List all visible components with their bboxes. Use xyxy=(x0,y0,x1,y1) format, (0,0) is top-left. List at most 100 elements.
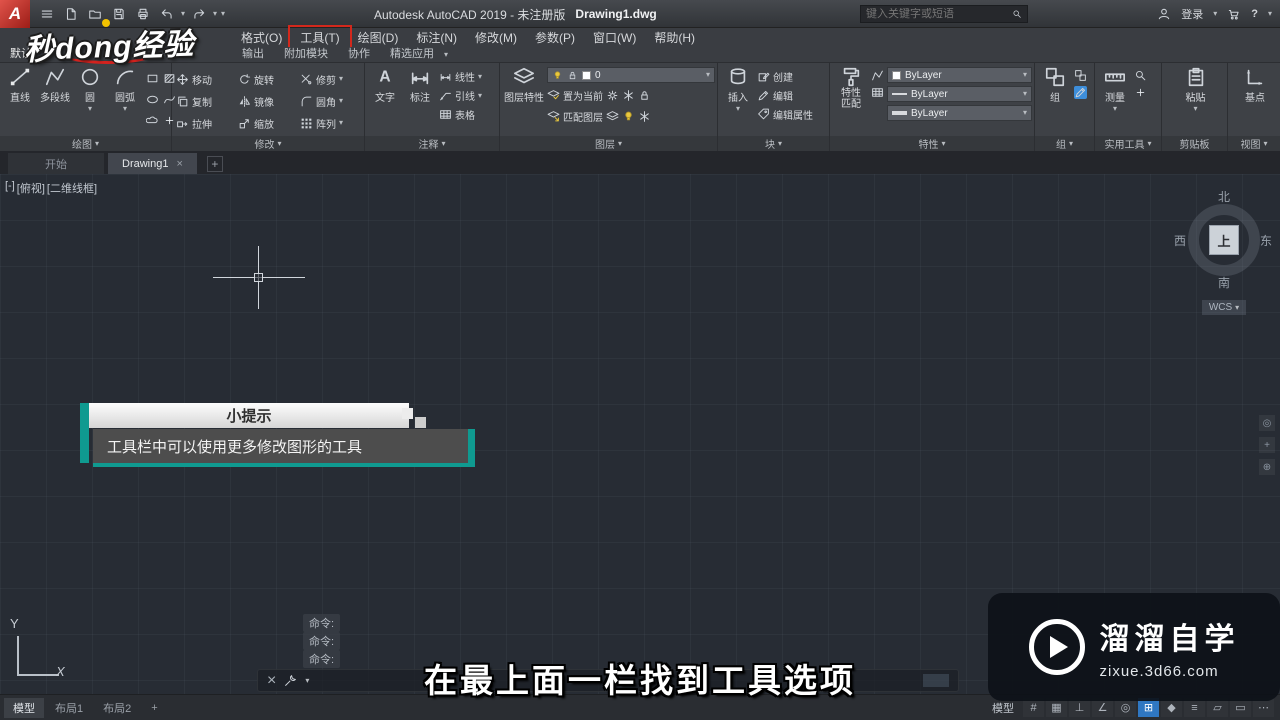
layer-sun-icon[interactable] xyxy=(606,89,619,102)
panel-view-footer[interactable]: 视图 ▾ xyxy=(1228,136,1280,151)
tool-move[interactable]: 移动 xyxy=(176,72,238,87)
viewcube-east-label[interactable]: 东 xyxy=(1260,232,1272,249)
layer-freeze-icon[interactable] xyxy=(622,89,635,102)
group-edit-icon[interactable] xyxy=(1074,86,1087,99)
search-icon[interactable] xyxy=(1012,8,1022,20)
user-icon[interactable] xyxy=(1157,7,1171,21)
layer-bulb-icon[interactable] xyxy=(552,70,563,81)
layer-select-dropdown[interactable]: 0 ▾ xyxy=(547,67,715,83)
layer-dropdown-caret-icon[interactable]: ▾ xyxy=(706,71,710,79)
panel-annotation-footer[interactable]: 注释 ▾ xyxy=(365,136,499,151)
undo-caret-icon[interactable]: ▾ xyxy=(181,9,185,18)
tool-base-view[interactable]: 基点 xyxy=(1239,66,1271,104)
menu-item-window[interactable]: 窗口(W) xyxy=(584,28,645,47)
tool-rotate[interactable]: 旋转 xyxy=(238,72,300,87)
ungroup-icon[interactable] xyxy=(1074,69,1087,82)
new-drawing-tab-button[interactable]: + xyxy=(206,156,223,172)
menu-item-draw[interactable]: 绘图(D) xyxy=(349,28,408,47)
id-point-icon[interactable] xyxy=(1134,86,1147,99)
tool-match-properties[interactable]: 特性 匹配 xyxy=(834,66,868,110)
tool-linear-dim[interactable]: 线性 ▾ xyxy=(439,69,482,84)
viewcube-north-label[interactable]: 北 xyxy=(1176,188,1272,205)
layer-color-swatch[interactable] xyxy=(582,70,591,80)
tool-line[interactable]: 直线 xyxy=(4,66,36,104)
viewcube-top-face[interactable]: 上 xyxy=(1209,225,1239,255)
app-menu-icon[interactable] xyxy=(37,4,57,24)
rectangle-icon[interactable] xyxy=(146,72,159,85)
viewport-visual-style-control[interactable]: [二维线框] xyxy=(47,180,97,196)
set-current-layer-icon[interactable] xyxy=(547,89,560,102)
panel-modify-footer[interactable]: 修改 ▾ xyxy=(172,136,364,151)
pan-icon[interactable]: + xyxy=(1259,437,1275,453)
steering-wheel-icon[interactable]: ◎ xyxy=(1259,415,1275,431)
set-current-layer-button[interactable]: 置为当前 xyxy=(563,88,603,103)
viewcube-wcs-menu[interactable]: WCS ▾ xyxy=(1202,300,1246,315)
pline-edit-icon[interactable] xyxy=(871,69,884,82)
help-icon[interactable]: ? xyxy=(1251,8,1258,20)
match-layer-button[interactable]: 匹配图层 xyxy=(563,109,603,124)
tool-array[interactable]: 阵列 ▾ xyxy=(300,116,362,131)
tool-leader[interactable]: 引线 ▾ xyxy=(439,88,482,103)
tool-dimension[interactable]: 标注 xyxy=(404,66,436,104)
panel-groups-footer[interactable]: 组 ▾ xyxy=(1035,136,1094,151)
viewcube-west-label[interactable]: 西 xyxy=(1174,232,1186,249)
tool-layer-properties[interactable]: 图层特性 xyxy=(504,66,544,104)
tool-fillet[interactable]: 圆角 ▾ xyxy=(300,94,362,109)
panel-layers-footer[interactable]: 图层 ▾ xyxy=(500,136,717,151)
panel-utilities-footer[interactable]: 实用工具 ▾ xyxy=(1095,136,1161,151)
qat-customize-caret-icon[interactable]: ▾ xyxy=(221,9,225,18)
redo-caret-icon[interactable]: ▾ xyxy=(213,9,217,18)
ellipse-icon[interactable] xyxy=(146,93,159,106)
layer-lock2-icon[interactable] xyxy=(638,89,651,102)
viewport-minimize-control[interactable]: [-] xyxy=(5,180,15,196)
revision-cloud-icon[interactable] xyxy=(146,114,159,127)
tool-scale[interactable]: 缩放 xyxy=(238,116,300,131)
close-tab-icon[interactable]: × xyxy=(176,158,182,170)
menu-item-help[interactable]: 帮助(H) xyxy=(645,28,704,47)
file-tab-start[interactable]: 开始 xyxy=(8,153,104,174)
ribbon-tab-collaborate[interactable]: 协作 xyxy=(338,47,380,62)
menu-item-modify[interactable]: 修改(M) xyxy=(466,28,526,47)
menu-item-tools[interactable]: 工具(T) xyxy=(288,25,352,50)
ribbon-tab-addins[interactable]: 附加模块 xyxy=(274,47,338,62)
tool-table[interactable]: 表格 xyxy=(439,107,482,122)
help-search-box[interactable] xyxy=(860,5,1028,23)
tool-stretch[interactable]: 拉伸 xyxy=(176,116,238,131)
app-store-cart-icon[interactable] xyxy=(1227,7,1241,21)
tool-edit-block[interactable]: 编辑 xyxy=(757,88,813,103)
autocad-app-logo[interactable]: A xyxy=(0,0,30,28)
menu-item-dimension[interactable]: 标注(N) xyxy=(407,28,466,47)
ribbon-tabs-caret-icon[interactable]: ▾ xyxy=(444,47,448,62)
layer-off-icon[interactable] xyxy=(622,110,635,123)
panel-properties-footer[interactable]: 特性 ▾ xyxy=(830,136,1034,151)
layer-isolate-icon[interactable] xyxy=(606,110,619,123)
panel-clipboard-footer[interactable]: 剪贴板 xyxy=(1162,136,1227,151)
tool-text[interactable]: 文字 xyxy=(369,66,401,104)
ribbon-tab-featured-apps[interactable]: 精选应用 xyxy=(380,47,444,62)
ribbon-tab-output[interactable]: 输出 xyxy=(232,47,274,62)
tool-arc[interactable]: 圆弧 ▾ xyxy=(109,66,141,113)
match-layer-icon[interactable] xyxy=(547,110,560,123)
tool-group[interactable]: 组 xyxy=(1039,66,1071,104)
layer-walk-icon[interactable] xyxy=(638,110,651,123)
tool-insert-block[interactable]: 插入 ▾ xyxy=(722,66,754,113)
tool-copy[interactable]: 复制 xyxy=(176,94,238,109)
tool-trim[interactable]: 修剪 ▾ xyxy=(300,72,362,87)
lineweight-dropdown[interactable]: ByLayer ▾ xyxy=(887,105,1032,121)
panel-block-footer[interactable]: 块 ▾ xyxy=(718,136,829,151)
help-caret-icon[interactable]: ▾ xyxy=(1268,10,1272,18)
viewcube-south-label[interactable]: 南 xyxy=(1176,274,1272,291)
linetype-dropdown[interactable]: ByLayer ▾ xyxy=(887,86,1032,102)
viewport-view-control[interactable]: [俯视] xyxy=(17,180,45,196)
tool-polyline[interactable]: 多段线 xyxy=(39,66,71,104)
login-caret-icon[interactable]: ▾ xyxy=(1213,10,1217,18)
tool-circle[interactable]: 圆 ▾ xyxy=(74,66,106,113)
tool-measure[interactable]: 测量 ▾ xyxy=(1099,66,1131,113)
file-tab-drawing1[interactable]: Drawing1 × xyxy=(108,153,197,174)
viewcube[interactable]: 北 上 西 东 南 WCS ▾ xyxy=(1174,186,1272,318)
tool-edit-attribute[interactable]: 编辑属性 xyxy=(757,107,813,122)
zoom-icon[interactable]: ⊕ xyxy=(1259,459,1275,475)
login-label[interactable]: 登录 xyxy=(1181,6,1203,22)
tool-create-block[interactable]: 创建 xyxy=(757,69,813,84)
object-color-dropdown[interactable]: ByLayer ▾ xyxy=(887,67,1032,83)
